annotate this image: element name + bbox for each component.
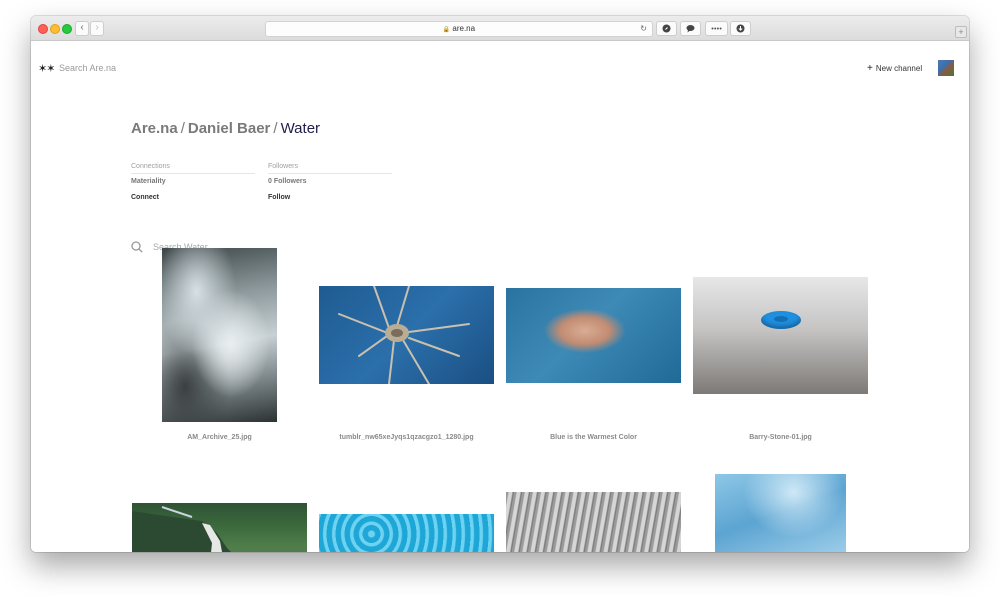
reload-icon[interactable]: ↻ [640, 22, 647, 36]
zoom-window-button[interactable] [62, 24, 72, 34]
connect-button[interactable]: Connect [131, 194, 255, 201]
image-block[interactable] [162, 248, 277, 422]
connection-link[interactable]: Materiality [131, 178, 255, 185]
more-dots-icon[interactable] [705, 21, 728, 36]
page-content: ✶✶ Search Are.na + New channel Are.na / Dan… [31, 41, 969, 552]
followers-column: Followers 0 Followers Follow [268, 163, 392, 201]
connections-heading: Connections [131, 163, 255, 174]
block-caption[interactable]: tumblr_nw65xeJyqs1qzacgzo1_1280.jpg [319, 434, 494, 441]
site-search-input[interactable]: Search Are.na [59, 63, 116, 73]
followers-heading: Followers [268, 163, 392, 174]
breadcrumb-root[interactable]: Are.na [131, 120, 178, 137]
browser-window: ‹ › 🔒 are.na ↻ + ✶✶ Search Are.na + New ch… [31, 16, 969, 552]
block-caption[interactable]: AM_Archive_25.jpg [132, 434, 307, 441]
address-bar[interactable]: 🔒 are.na ↻ [265, 21, 653, 37]
close-window-button[interactable] [38, 24, 48, 34]
avatar[interactable] [938, 60, 954, 76]
breadcrumb-separator: / [180, 120, 185, 137]
url-text: are.na [452, 24, 476, 33]
chevron-right-icon[interactable]: › [90, 21, 104, 36]
swim-ring-graphic [761, 311, 801, 329]
image-block[interactable] [693, 277, 868, 394]
waterfall-graphic [132, 506, 231, 552]
search-icon [131, 241, 143, 253]
connections-column: Connections Materiality Connect [131, 163, 255, 201]
block-caption[interactable]: Barry-Stone-01.jpg [693, 434, 868, 441]
image-block[interactable] [319, 514, 494, 552]
breadcrumb-separator: / [273, 120, 278, 137]
new-tab-button[interactable]: + [955, 26, 967, 38]
new-channel-label: New channel [875, 64, 923, 73]
breadcrumb-channel[interactable]: Water [281, 120, 320, 137]
compass-icon[interactable] [656, 21, 677, 36]
followers-count[interactable]: 0 Followers [268, 178, 392, 185]
arena-logo[interactable]: ✶✶ [38, 62, 55, 75]
minimize-window-button[interactable] [50, 24, 60, 34]
image-block[interactable] [506, 492, 681, 552]
lock-icon: 🔒 [442, 27, 451, 33]
download-icon[interactable] [730, 21, 751, 36]
spider-graphic [338, 286, 470, 384]
chat-bubble-icon[interactable] [680, 21, 701, 36]
new-channel-button[interactable]: + New channel [867, 63, 922, 74]
image-block[interactable] [506, 288, 681, 383]
follow-button[interactable]: Follow [268, 194, 392, 201]
block-caption[interactable]: Blue is the Warmest Color [506, 434, 681, 441]
chevron-left-icon[interactable]: ‹ [75, 21, 89, 36]
breadcrumb: Are.na / Daniel Baer / Water [131, 120, 320, 137]
browser-toolbar: ‹ › 🔒 are.na ↻ + [31, 16, 969, 41]
plus-icon: + [867, 63, 873, 74]
image-block[interactable] [319, 286, 494, 384]
image-block[interactable] [132, 503, 307, 552]
breadcrumb-user[interactable]: Daniel Baer [188, 120, 271, 137]
image-block[interactable] [715, 474, 846, 552]
